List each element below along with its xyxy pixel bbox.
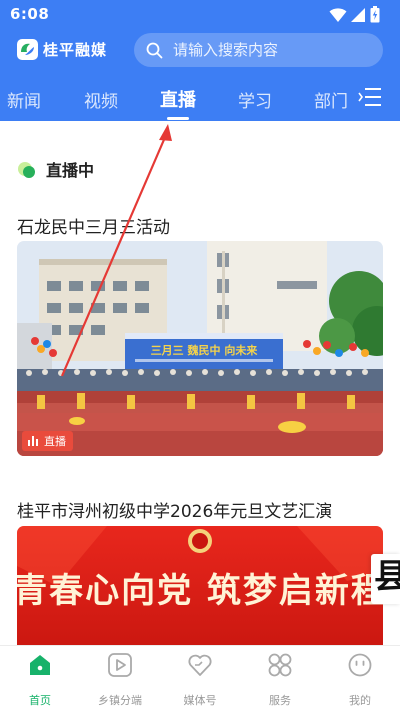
app-header: 6:08 桂平融媒 新闻 视频 直播 学 <box>0 0 400 121</box>
menu-icon[interactable] <box>358 86 382 108</box>
tab-live[interactable]: 直播 <box>160 86 196 112</box>
nav-item-media[interactable]: 媒体号 <box>160 652 240 708</box>
card-title[interactable]: 石龙民中三月三活动 <box>17 213 170 238</box>
tab-news[interactable]: 新闻 <box>7 87 41 112</box>
logo-mark-icon <box>17 39 38 60</box>
active-tab-indicator <box>167 117 189 120</box>
event-photo: 三月三 魏民中 向未来 <box>17 241 383 456</box>
banner-text: 青春心向党 筑梦启新程 <box>17 571 383 611</box>
app-name: 桂平融媒 <box>43 41 108 59</box>
live-indicator-icon <box>17 160 35 178</box>
tab-department[interactable]: 部门 <box>314 87 348 112</box>
search-bar[interactable] <box>134 33 383 67</box>
nav-item-services[interactable]: 服务 <box>240 652 320 708</box>
wifi-icon <box>329 7 347 22</box>
nav-item-profile[interactable]: 我的 <box>320 652 400 708</box>
floating-side-tab[interactable]: 县 <box>371 554 400 604</box>
header-top-row: 桂平融媒 <box>0 32 400 70</box>
event-banner-image: 青春心向党 筑梦启新程 <box>17 526 383 656</box>
nav-label: 我的 <box>349 694 371 707</box>
live-section-title: 直播中 <box>46 161 95 180</box>
card-thumbnail[interactable]: 青春心向党 筑梦启新程 <box>17 526 383 656</box>
heart-icon <box>188 654 212 676</box>
app-logo[interactable]: 桂平融媒 <box>17 39 107 60</box>
nav-label: 首页 <box>29 694 51 707</box>
play-square-icon <box>108 653 132 677</box>
battery-icon <box>370 6 380 23</box>
status-icons <box>329 6 380 23</box>
nav-label: 乡镇分端 <box>98 694 142 707</box>
nav-label: 服务 <box>269 694 291 707</box>
nav-label: 媒体号 <box>183 694 217 707</box>
live-section-header: 直播中 <box>17 157 94 181</box>
grid-icon <box>268 653 292 677</box>
smile-icon <box>348 653 372 677</box>
status-time: 6:08 <box>10 5 50 23</box>
tab-video[interactable]: 视频 <box>84 87 118 112</box>
tab-study[interactable]: 学习 <box>238 87 272 112</box>
banner-text: 三月三 魏民中 向未来 <box>151 343 259 357</box>
side-tab-text: 县 <box>374 557 400 597</box>
nav-item-home[interactable]: 首页 <box>0 652 80 708</box>
card-title[interactable]: 桂平市浔州初级中学2026年元旦文艺汇演 <box>17 497 332 522</box>
channel-tabs: 新闻 视频 直播 学习 部门 <box>0 84 400 120</box>
live-bars-icon <box>28 436 38 446</box>
search-icon <box>146 42 163 58</box>
live-badge-label: 直播 <box>44 435 66 448</box>
search-input[interactable] <box>173 41 368 59</box>
bottom-navigation: 首页 乡镇分端 媒体号 服务 我的 <box>0 645 400 710</box>
status-bar: 6:08 <box>0 0 400 30</box>
home-icon <box>30 655 50 675</box>
card-thumbnail[interactable]: 三月三 魏民中 向未来 直播 <box>17 241 383 456</box>
signal-icon <box>351 7 365 22</box>
live-status-badge: 直播 <box>22 431 73 451</box>
nav-item-towns[interactable]: 乡镇分端 <box>80 652 160 708</box>
